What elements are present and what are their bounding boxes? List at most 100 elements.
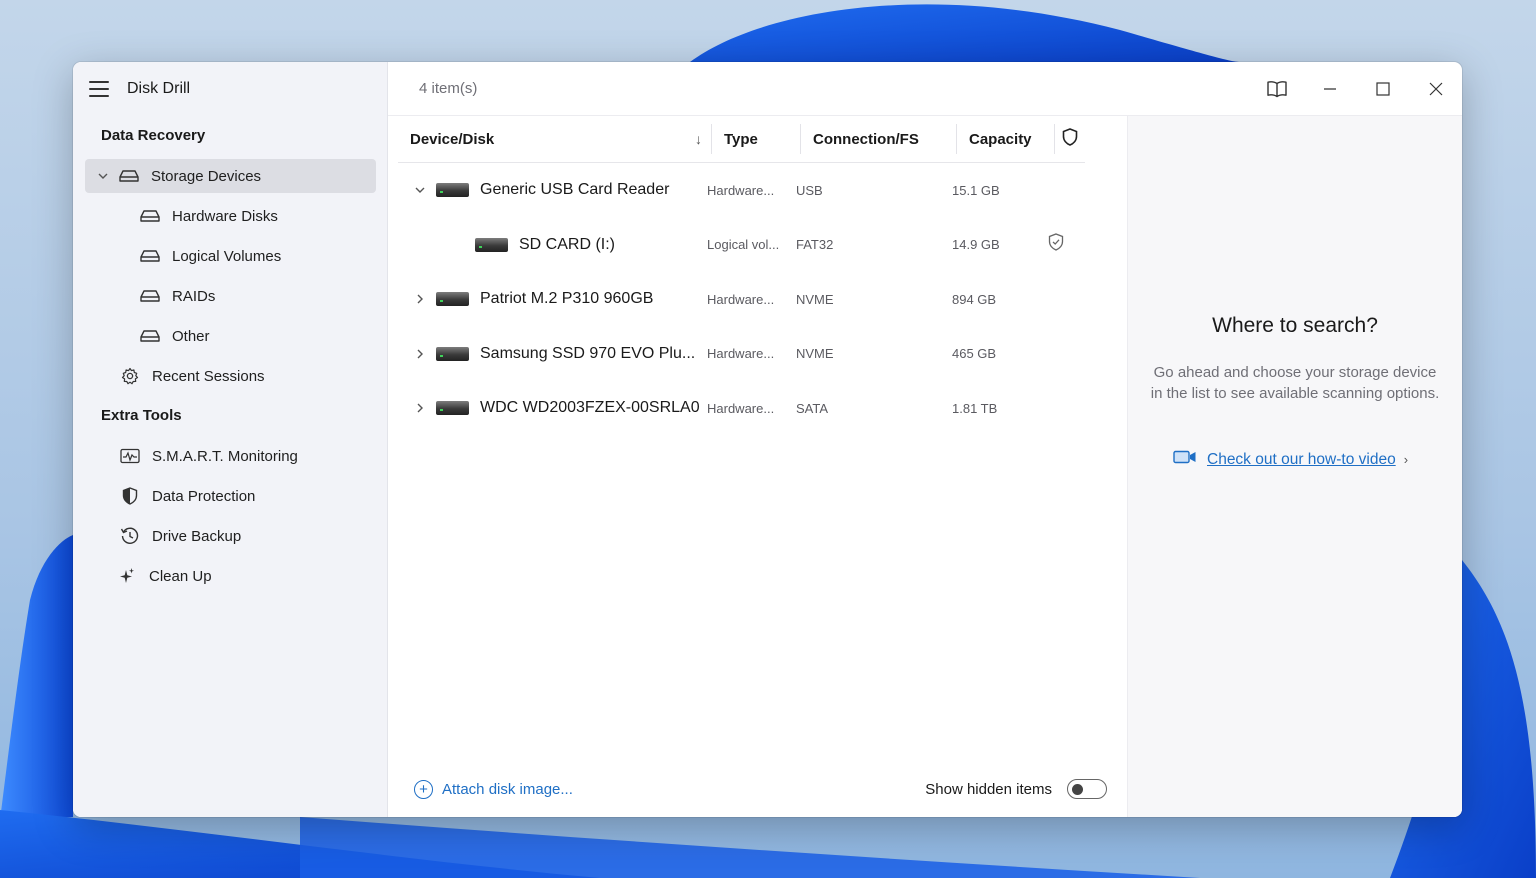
shield-icon <box>1062 128 1078 150</box>
device-name: Patriot M.2 P310 960GB <box>480 290 654 308</box>
main-area: 4 item(s) Device/Disk ↓ Type Connection/… <box>388 62 1462 817</box>
sidebar-item-label: Other <box>172 327 210 345</box>
sidebar-item-label: Storage Devices <box>151 167 262 185</box>
device-name: SD CARD (I:) <box>519 235 615 253</box>
device-type: Hardware... <box>707 291 775 307</box>
device-capacity: 15.1 GB <box>952 182 1000 198</box>
drive-icon <box>140 326 160 346</box>
device-name: Generic USB Card Reader <box>480 181 670 199</box>
video-camera-icon <box>1173 450 1197 469</box>
help-book-icon[interactable] <box>1250 62 1303 116</box>
device-name: Samsung SSD 970 EVO Plu... <box>480 344 696 362</box>
panel-title: Where to search? <box>1212 314 1378 337</box>
device-connection: FAT32 <box>796 237 834 253</box>
sidebar-item-other[interactable]: Other <box>73 316 387 356</box>
details-panel: Where to search? Go ahead and choose you… <box>1128 116 1462 817</box>
device-connection: NVME <box>796 291 834 307</box>
toggle-knob <box>1072 783 1083 795</box>
sparkle-icon <box>117 566 137 586</box>
link-text[interactable]: Check out our how-to video <box>1207 451 1396 469</box>
device-type: Hardware... <box>707 182 775 198</box>
sidebar-item-storage-devices[interactable]: Storage Devices <box>85 159 376 193</box>
show-hidden-toggle[interactable] <box>1067 779 1107 799</box>
column-label: Type <box>724 130 758 148</box>
chevron-down-icon[interactable] <box>97 170 109 182</box>
sort-down-arrow-icon[interactable]: ↓ <box>695 131 702 147</box>
sidebar-item-drive-backup[interactable]: Drive Backup <box>73 516 387 556</box>
sidebar-item-label: Hardware Disks <box>172 207 278 225</box>
device-capacity: 465 GB <box>952 346 997 362</box>
column-connection-fs[interactable]: Connection/FS <box>801 116 957 162</box>
column-capacity[interactable]: Capacity <box>957 116 1055 162</box>
shield-half-icon <box>120 486 140 506</box>
hard-drive-icon <box>436 401 469 416</box>
content: Device/Disk ↓ Type Connection/FS Capacit… <box>388 116 1462 817</box>
table-row-wdc[interactable]: WDC WD2003FZEX-00SRLA0 Hardware... SATA … <box>398 381 1127 436</box>
app-title: Disk Drill <box>127 80 191 97</box>
column-device-disk[interactable]: Device/Disk ↓ <box>398 116 712 162</box>
chevron-right-icon[interactable] <box>408 348 432 360</box>
sidebar-item-hardware-disks[interactable]: Hardware Disks <box>73 196 387 236</box>
device-connection: USB <box>796 182 823 198</box>
device-type: Logical vol... <box>707 237 780 253</box>
sidebar-item-label: Data Protection <box>152 487 256 505</box>
device-capacity: 1.81 TB <box>952 400 998 416</box>
device-list-area: Device/Disk ↓ Type Connection/FS Capacit… <box>388 116 1128 817</box>
drive-icon <box>140 206 160 226</box>
app-window: Disk Drill Data Recovery Storage Devices… <box>73 62 1462 817</box>
window-controls <box>1250 62 1462 116</box>
sidebar-item-label: Clean Up <box>149 567 212 585</box>
table-row-generic-usb-card-reader[interactable]: Generic USB Card Reader Hardware... USB … <box>398 163 1127 218</box>
show-hidden-label: Show hidden items <box>925 780 1052 798</box>
item-count: 4 item(s) <box>419 80 478 97</box>
column-protection[interactable] <box>1055 116 1085 162</box>
list-bottom-bar: + Attach disk image... Show hidden items <box>388 761 1127 817</box>
attach-label: Attach disk image... <box>442 780 573 798</box>
chevron-right-icon[interactable] <box>408 293 432 305</box>
attach-disk-image-button[interactable]: + Attach disk image... <box>414 779 573 799</box>
maximize-icon[interactable] <box>1356 62 1409 116</box>
device-name: WDC WD2003FZEX-00SRLA0 <box>480 399 700 417</box>
minimize-icon[interactable] <box>1303 62 1356 116</box>
hamburger-menu-icon[interactable] <box>89 81 109 97</box>
main-toolbar: 4 item(s) <box>388 62 1462 116</box>
sidebar-header: Disk Drill <box>73 62 387 116</box>
column-type[interactable]: Type <box>712 116 801 162</box>
sidebar-item-logical-volumes[interactable]: Logical Volumes <box>73 236 387 276</box>
column-header-row: Device/Disk ↓ Type Connection/FS Capacit… <box>398 116 1085 163</box>
device-type: Hardware... <box>707 346 775 362</box>
table-row-sd-card[interactable]: SD CARD (I:) Logical vol... FAT32 14.9 G… <box>398 218 1127 273</box>
chevron-right-icon[interactable] <box>408 402 432 414</box>
chevron-right-icon: › <box>1403 452 1409 467</box>
drive-icon <box>119 166 139 186</box>
table-row-patriot[interactable]: Patriot M.2 P310 960GB Hardware... NVME … <box>398 272 1127 327</box>
plus-circle-icon: + <box>414 779 433 799</box>
sidebar-item-label: Recent Sessions <box>152 367 265 385</box>
device-type: Hardware... <box>707 400 775 416</box>
sidebar-item-label: Drive Backup <box>152 527 242 545</box>
gear-icon <box>120 366 140 386</box>
sidebar-item-label: S.M.A.R.T. Monitoring <box>152 447 298 465</box>
table-row-samsung[interactable]: Samsung SSD 970 EVO Plu... Hardware... N… <box>398 327 1127 382</box>
drive-icon <box>140 246 160 266</box>
hard-drive-icon <box>436 292 469 307</box>
section-extra-tools: Extra Tools <box>101 407 182 424</box>
device-connection: SATA <box>796 400 829 416</box>
sidebar-item-smart-monitoring[interactable]: S.M.A.R.T. Monitoring <box>73 436 387 476</box>
close-icon[interactable] <box>1409 62 1462 116</box>
section-data-recovery: Data Recovery <box>101 127 206 144</box>
chevron-down-icon[interactable] <box>408 184 432 196</box>
column-label: Capacity <box>969 130 1032 148</box>
monitor-pulse-icon <box>120 446 140 466</box>
column-label: Connection/FS <box>813 130 919 148</box>
hard-drive-icon <box>475 237 508 252</box>
shield-check-icon[interactable] <box>1048 233 1064 256</box>
sidebar-item-raids[interactable]: RAIDs <box>73 276 387 316</box>
column-label: Device/Disk <box>410 130 495 148</box>
sidebar-item-recent-sessions[interactable]: Recent Sessions <box>73 356 387 396</box>
sidebar-item-clean-up[interactable]: Clean Up <box>73 556 387 596</box>
sidebar-item-label: RAIDs <box>172 287 216 305</box>
device-capacity: 894 GB <box>952 291 997 307</box>
sidebar-item-data-protection[interactable]: Data Protection <box>73 476 387 516</box>
how-to-video-link[interactable]: Check out our how-to video › <box>1173 450 1408 469</box>
